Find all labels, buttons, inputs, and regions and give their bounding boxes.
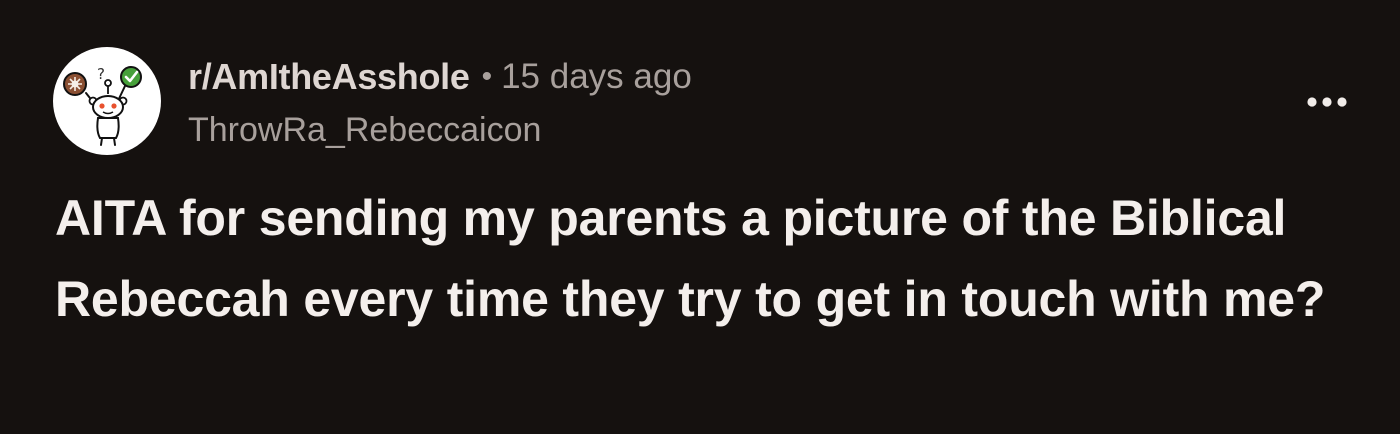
post-timestamp: 15 days ago <box>501 57 692 96</box>
snoo-avatar-icon: ? <box>63 65 142 146</box>
more-options-icon <box>1307 97 1347 107</box>
more-options-button[interactable] <box>1300 84 1354 120</box>
post-meta: r/AmItheAsshole • 15 days ago <box>188 52 692 102</box>
meta-separator: • <box>481 60 493 93</box>
subreddit-avatar[interactable]: ? <box>53 47 161 155</box>
subreddit-link[interactable]: r/AmItheAsshole <box>188 56 470 98</box>
author-username[interactable]: ThrowRa_Rebeccaicon <box>188 106 541 154</box>
svg-text:?: ? <box>97 65 105 83</box>
post-title[interactable]: AITA for sending my parents a picture of… <box>55 178 1375 340</box>
